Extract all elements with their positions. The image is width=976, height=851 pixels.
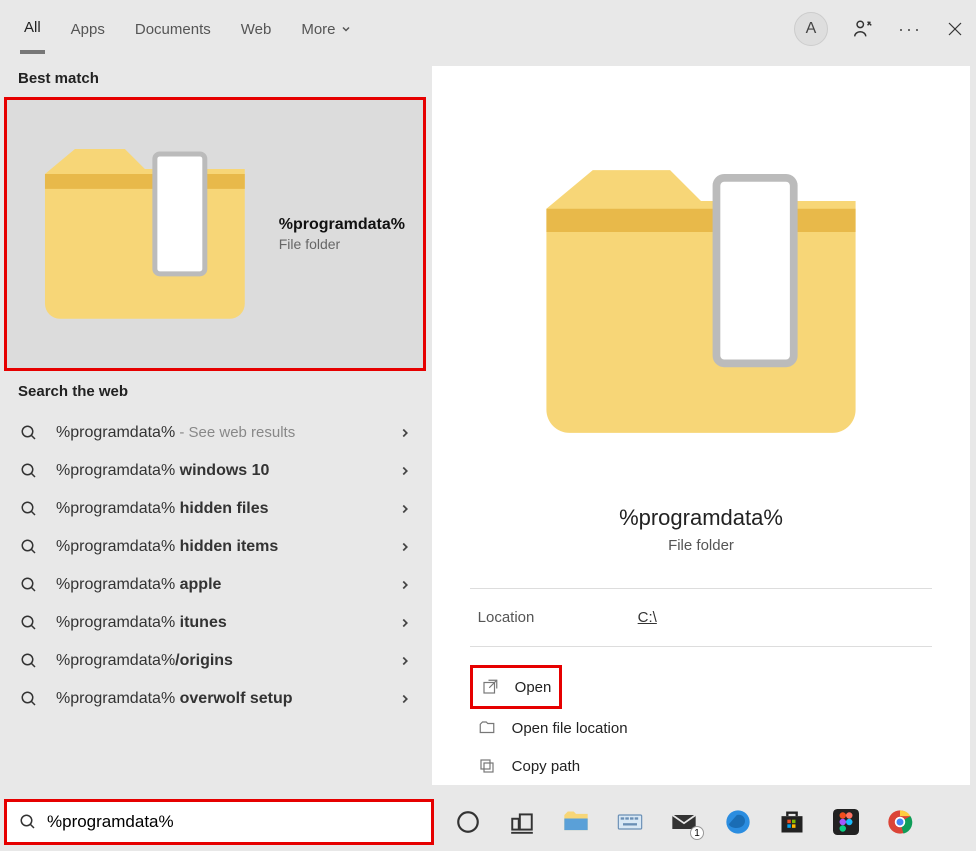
chevron-right-icon xyxy=(398,502,412,516)
open-icon xyxy=(481,678,499,696)
web-result-text: %programdata% - See web results xyxy=(56,424,398,442)
web-result-item[interactable]: %programdata% windows 10 xyxy=(0,452,430,490)
task-view-icon[interactable] xyxy=(506,806,538,838)
chevron-right-icon xyxy=(398,578,412,592)
action-open[interactable]: Open xyxy=(473,668,560,706)
microsoft-store-icon[interactable] xyxy=(776,806,808,838)
web-result-item[interactable]: %programdata% overwolf setup xyxy=(0,680,430,718)
web-result-item[interactable]: %programdata% hidden files xyxy=(0,490,430,528)
figma-icon[interactable] xyxy=(830,806,862,838)
search-icon xyxy=(20,614,38,632)
chevron-right-icon xyxy=(398,540,412,554)
search-box[interactable] xyxy=(4,799,434,845)
main-area: Best match %programdata% File folder Sea… xyxy=(0,58,976,793)
best-match-result[interactable]: %programdata% File folder xyxy=(4,97,426,371)
search-icon xyxy=(20,424,38,442)
search-icon xyxy=(20,690,38,708)
header-actions: A ··· xyxy=(794,12,964,46)
web-result-text: %programdata% windows 10 xyxy=(56,462,398,480)
close-icon[interactable] xyxy=(946,20,964,38)
edge-icon[interactable] xyxy=(722,806,754,838)
best-match-text: %programdata% File folder xyxy=(279,216,405,252)
user-avatar[interactable]: A xyxy=(794,12,828,46)
location-label: Location xyxy=(478,609,638,626)
best-match-label: Best match xyxy=(0,58,430,97)
tab-more-label: More xyxy=(301,21,335,38)
search-icon xyxy=(20,462,38,480)
web-result-item[interactable]: %programdata% - See web results xyxy=(0,414,430,452)
action-open-location-label: Open file location xyxy=(512,720,628,737)
web-result-item[interactable]: %programdata%/origins xyxy=(0,642,430,680)
tab-all[interactable]: All xyxy=(20,5,45,54)
preview-actions: Open Open file location Copy path xyxy=(470,646,933,785)
search-input[interactable] xyxy=(47,812,427,832)
taskbar: 1 xyxy=(434,806,976,838)
web-result-item[interactable]: %programdata% hidden items xyxy=(0,528,430,566)
web-results-list: %programdata% - See web results %programd… xyxy=(0,410,430,722)
folder-icon xyxy=(432,116,970,487)
action-open-location[interactable]: Open file location xyxy=(470,709,933,747)
chevron-right-icon xyxy=(398,426,412,440)
web-result-text: %programdata% hidden files xyxy=(56,500,398,518)
chevron-right-icon xyxy=(398,654,412,668)
search-icon xyxy=(20,576,38,594)
search-icon xyxy=(20,538,38,556)
action-copy-path-label: Copy path xyxy=(512,758,580,775)
search-scope-tabs: All Apps Documents Web More xyxy=(20,5,794,54)
web-result-item[interactable]: %programdata% apple xyxy=(0,566,430,604)
search-icon xyxy=(19,813,37,831)
preview-subtitle: File folder xyxy=(668,537,734,554)
web-result-text: %programdata% itunes xyxy=(56,614,398,632)
tab-more[interactable]: More xyxy=(297,7,355,52)
more-options-icon[interactable]: ··· xyxy=(898,19,922,40)
tab-documents[interactable]: Documents xyxy=(131,7,215,52)
action-copy-path[interactable]: Copy path xyxy=(470,747,933,785)
best-match-subtitle: File folder xyxy=(279,236,405,252)
chevron-right-icon xyxy=(398,616,412,630)
folder-icon xyxy=(25,114,265,354)
folder-open-icon xyxy=(478,719,496,737)
web-result-text: %programdata% apple xyxy=(56,576,398,594)
chrome-icon[interactable] xyxy=(884,806,916,838)
cortana-icon[interactable] xyxy=(452,806,484,838)
results-pane: Best match %programdata% File folder Sea… xyxy=(0,58,430,793)
on-screen-keyboard-icon[interactable] xyxy=(614,806,646,838)
chevron-down-icon xyxy=(340,23,352,35)
web-result-text: %programdata%/origins xyxy=(56,652,398,670)
search-icon xyxy=(20,652,38,670)
mail-icon[interactable]: 1 xyxy=(668,806,700,838)
chevron-right-icon xyxy=(398,692,412,706)
preview-title: %programdata% xyxy=(619,505,783,531)
bottom-bar: 1 xyxy=(0,793,976,851)
search-icon xyxy=(20,500,38,518)
header: All Apps Documents Web More A ··· xyxy=(0,0,976,58)
feedback-icon[interactable] xyxy=(852,18,874,40)
action-open-label: Open xyxy=(515,679,552,696)
search-web-label: Search the web xyxy=(0,371,430,410)
preview-pane: %programdata% File folder Location C:\ O… xyxy=(432,66,970,785)
copy-icon xyxy=(478,757,496,775)
location-row: Location C:\ xyxy=(470,588,933,646)
tab-web[interactable]: Web xyxy=(237,7,276,52)
best-match-title: %programdata% xyxy=(279,216,405,234)
location-value[interactable]: C:\ xyxy=(638,609,657,626)
web-result-item[interactable]: %programdata% itunes xyxy=(0,604,430,642)
tab-apps[interactable]: Apps xyxy=(67,7,109,52)
chevron-right-icon xyxy=(398,464,412,478)
web-result-text: %programdata% hidden items xyxy=(56,538,398,556)
web-result-text: %programdata% overwolf setup xyxy=(56,690,398,708)
file-explorer-icon[interactable] xyxy=(560,806,592,838)
